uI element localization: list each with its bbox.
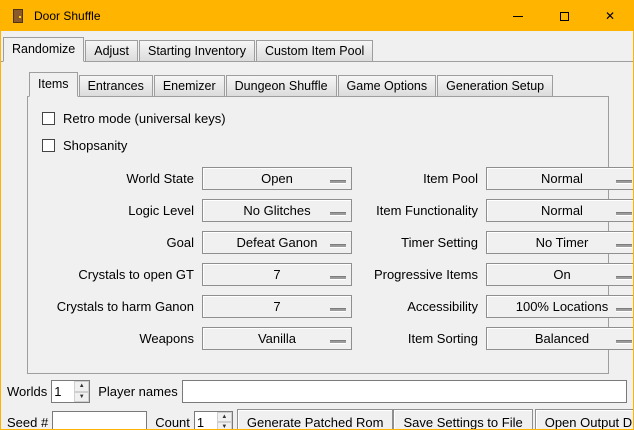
tab-enemizer[interactable]: Enemizer bbox=[154, 75, 225, 96]
shopsanity-checkbox[interactable] bbox=[42, 139, 55, 152]
retro-mode-checkbox[interactable] bbox=[42, 112, 55, 125]
worlds-row: Worlds ▲ ▼ Player names bbox=[7, 380, 627, 403]
tab-starting-inventory[interactable]: Starting Inventory bbox=[139, 40, 255, 61]
shopsanity-label: Shopsanity bbox=[63, 138, 127, 153]
dropdown-indicator-icon bbox=[330, 308, 346, 311]
count-input[interactable] bbox=[195, 412, 217, 430]
worlds-label: Worlds bbox=[7, 384, 47, 399]
goal-dropdown[interactable]: Defeat Ganon bbox=[202, 231, 352, 254]
retro-mode-label: Retro mode (universal keys) bbox=[63, 111, 226, 126]
crystals-open-gt-dropdown[interactable]: 7 bbox=[202, 263, 352, 286]
save-settings-button[interactable]: Save Settings to File bbox=[393, 409, 532, 430]
progressive-items-label: Progressive Items bbox=[360, 267, 478, 282]
seed-input[interactable] bbox=[52, 411, 147, 430]
dropdown-indicator-icon bbox=[616, 180, 632, 183]
open-output-directory-button[interactable]: Open Output Directory bbox=[535, 409, 634, 430]
tab-dungeon-shuffle[interactable]: Dungeon Shuffle bbox=[226, 75, 337, 96]
dropdown-indicator-icon bbox=[330, 276, 346, 279]
titlebar: Door Shuffle ✕ bbox=[1, 1, 633, 31]
close-button[interactable]: ✕ bbox=[587, 1, 633, 31]
minimize-button[interactable] bbox=[495, 1, 541, 31]
randomize-panel: Items Entrances Enemizer Dungeon Shuffle… bbox=[27, 68, 609, 374]
window-controls: ✕ bbox=[495, 1, 633, 31]
door-knob-icon bbox=[19, 16, 21, 18]
count-label: Count bbox=[155, 415, 190, 430]
accessibility-dropdown[interactable]: 100% Locations bbox=[486, 295, 634, 318]
tab-adjust[interactable]: Adjust bbox=[85, 40, 138, 61]
tab-entrances[interactable]: Entrances bbox=[79, 75, 153, 96]
generate-patched-rom-button[interactable]: Generate Patched Rom bbox=[237, 409, 394, 430]
app-icon bbox=[10, 8, 26, 24]
progressive-items-dropdown[interactable]: On bbox=[486, 263, 634, 286]
settings-grid: World State Open Item Pool Normal Logic … bbox=[46, 167, 602, 350]
shopsanity-row: Shopsanity bbox=[42, 138, 602, 153]
count-spinner: ▲ ▼ bbox=[194, 411, 233, 430]
dropdown-indicator-icon bbox=[616, 244, 632, 247]
item-functionality-label: Item Functionality bbox=[360, 203, 478, 218]
crystals-harm-ganon-dropdown[interactable]: 7 bbox=[202, 295, 352, 318]
item-sorting-label: Item Sorting bbox=[360, 331, 478, 346]
spin-down-icon[interactable]: ▼ bbox=[217, 422, 232, 430]
dropdown-indicator-icon bbox=[330, 212, 346, 215]
world-state-dropdown[interactable]: Open bbox=[202, 167, 352, 190]
weapons-dropdown[interactable]: Vanilla bbox=[202, 327, 352, 350]
maximize-button[interactable] bbox=[541, 1, 587, 31]
dropdown-indicator-icon bbox=[330, 340, 346, 343]
tab-game-options[interactable]: Game Options bbox=[338, 75, 437, 96]
outer-tab-bar: Randomize Adjust Starting Inventory Cust… bbox=[1, 33, 633, 62]
goal-label: Goal bbox=[46, 235, 194, 250]
door-icon bbox=[13, 9, 23, 23]
logic-level-dropdown[interactable]: No Glitches bbox=[202, 199, 352, 222]
seed-row: Seed # Count ▲ ▼ Generate Patched Rom Sa… bbox=[7, 409, 627, 430]
timer-setting-dropdown[interactable]: No Timer bbox=[486, 231, 634, 254]
worlds-spinner: ▲ ▼ bbox=[51, 380, 90, 403]
door-shuffle-window: Door Shuffle ✕ Randomize Adjust Starting… bbox=[0, 0, 634, 430]
item-pool-dropdown[interactable]: Normal bbox=[486, 167, 634, 190]
retro-mode-row: Retro mode (universal keys) bbox=[42, 111, 602, 126]
minimize-icon bbox=[513, 16, 523, 17]
count-spinner-arrows: ▲ ▼ bbox=[217, 412, 232, 430]
item-pool-label: Item Pool bbox=[360, 171, 478, 186]
window-title: Door Shuffle bbox=[34, 9, 101, 23]
dropdown-indicator-icon bbox=[616, 308, 632, 311]
player-names-label: Player names bbox=[98, 384, 177, 399]
dropdown-indicator-icon bbox=[616, 340, 632, 343]
items-tab-content: Retro mode (universal keys) Shopsanity W… bbox=[27, 96, 609, 374]
seed-label: Seed # bbox=[7, 415, 48, 430]
spin-up-icon[interactable]: ▲ bbox=[217, 412, 232, 423]
tab-generation-setup[interactable]: Generation Setup bbox=[437, 75, 553, 96]
logic-level-label: Logic Level bbox=[46, 203, 194, 218]
item-functionality-dropdown[interactable]: Normal bbox=[486, 199, 634, 222]
player-names-input[interactable] bbox=[182, 380, 627, 403]
close-icon: ✕ bbox=[605, 10, 615, 22]
item-sorting-dropdown[interactable]: Balanced bbox=[486, 327, 634, 350]
spin-up-icon[interactable]: ▲ bbox=[74, 381, 89, 392]
accessibility-label: Accessibility bbox=[360, 299, 478, 314]
dropdown-indicator-icon bbox=[616, 212, 632, 215]
worlds-spinner-arrows: ▲ ▼ bbox=[74, 381, 89, 402]
inner-tab-bar: Items Entrances Enemizer Dungeon Shuffle… bbox=[27, 68, 609, 96]
spin-down-icon[interactable]: ▼ bbox=[74, 392, 89, 403]
world-state-label: World State bbox=[46, 171, 194, 186]
crystals-harm-ganon-label: Crystals to harm Ganon bbox=[46, 299, 194, 314]
dropdown-indicator-icon bbox=[616, 276, 632, 279]
tab-custom-item-pool[interactable]: Custom Item Pool bbox=[256, 40, 373, 61]
maximize-icon bbox=[560, 12, 569, 21]
dropdown-indicator-icon bbox=[330, 244, 346, 247]
tab-randomize[interactable]: Randomize bbox=[3, 37, 84, 62]
bottom-bar: Worlds ▲ ▼ Player names Seed # Count ▲ ▼ bbox=[1, 374, 633, 430]
dropdown-indicator-icon bbox=[330, 180, 346, 183]
tab-items[interactable]: Items bbox=[29, 72, 78, 97]
crystals-open-gt-label: Crystals to open GT bbox=[46, 267, 194, 282]
timer-setting-label: Timer Setting bbox=[360, 235, 478, 250]
worlds-input[interactable] bbox=[52, 381, 74, 402]
weapons-label: Weapons bbox=[46, 331, 194, 346]
